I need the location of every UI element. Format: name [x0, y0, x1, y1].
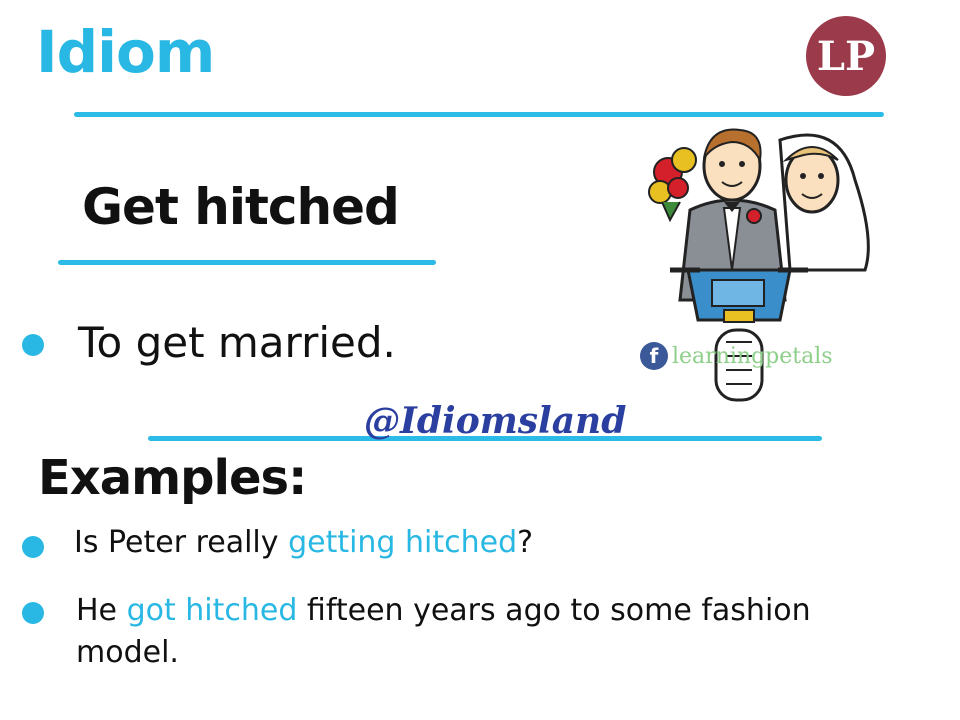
idiom-phrase: Get hitched — [82, 178, 400, 236]
idiom-underline — [58, 260, 436, 265]
lp-logo: LP — [806, 16, 886, 96]
example-bullet — [22, 536, 44, 558]
facebook-page-name: learningpetals — [672, 343, 833, 369]
page-title: Idiom — [36, 18, 215, 86]
header-divider — [74, 112, 884, 117]
example-2-after: fifteen years ago to some fashion — [297, 593, 811, 628]
example-bullet — [22, 602, 44, 624]
example-2-line2: model. — [76, 635, 179, 670]
handle-watermark: @Idiomsland — [364, 400, 627, 442]
examples-heading: Examples: — [38, 450, 307, 506]
idiom-meaning: To get married. — [78, 318, 396, 367]
facebook-icon: f — [640, 342, 668, 370]
example-2-before: He — [76, 593, 127, 628]
example-1-highlight: getting hitched — [288, 525, 518, 560]
example-1-before: Is Peter really — [74, 525, 289, 560]
example-1-after: ? — [517, 525, 534, 560]
facebook-watermark: f learningpetals — [640, 342, 833, 370]
example-1: Is Peter really getting hitched? — [74, 522, 533, 564]
example-2: He got hitched fifteen years ago to some… — [76, 590, 936, 674]
meaning-bullet — [22, 334, 44, 356]
example-2-highlight: got hitched — [126, 593, 298, 628]
